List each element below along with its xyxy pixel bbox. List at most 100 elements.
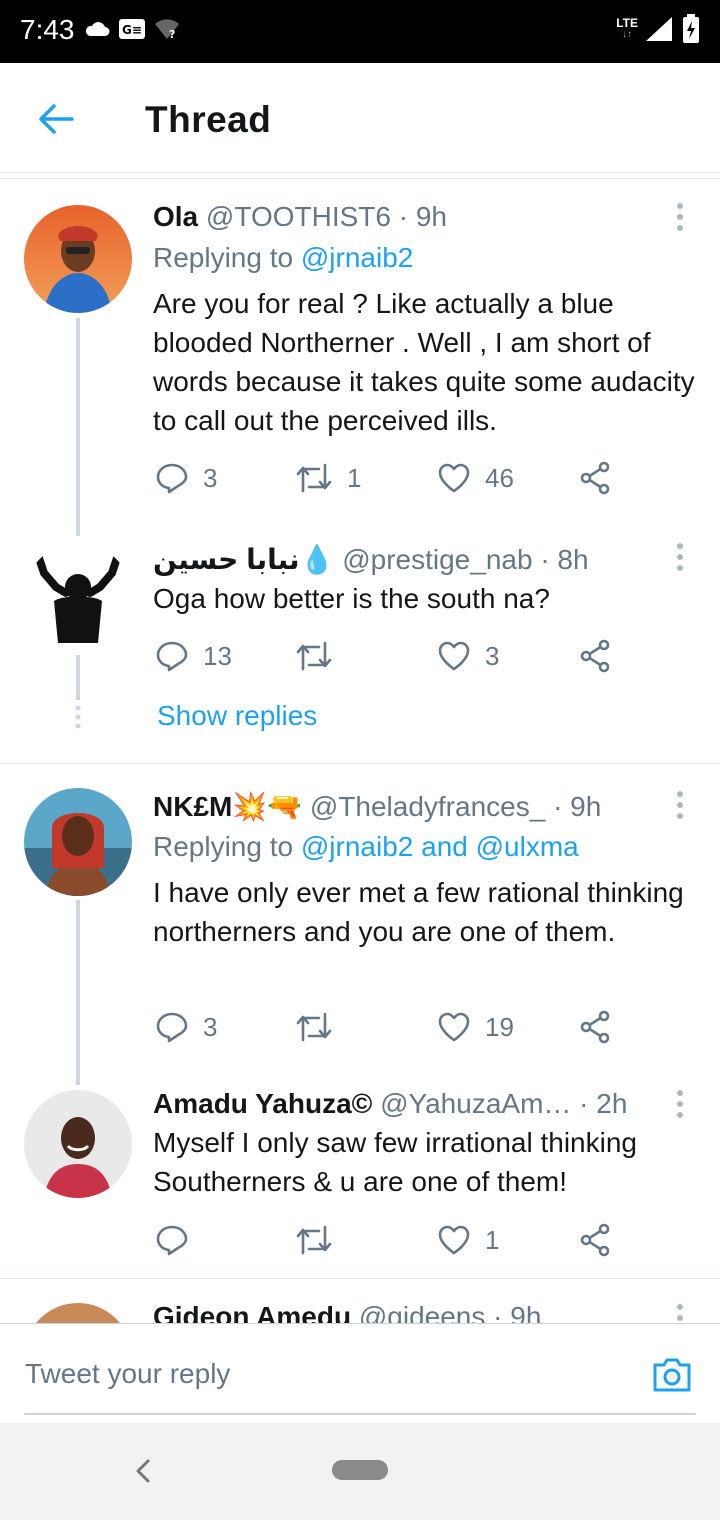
tweet-actions: 13 3 [153, 636, 623, 676]
avatar[interactable] [24, 205, 132, 313]
more-options-icon[interactable] [670, 1303, 690, 1323]
reply-button[interactable]: 13 [155, 636, 232, 676]
reply-icon [156, 1225, 188, 1256]
tweet-time: · 9h [553, 791, 602, 822]
divider [0, 763, 720, 764]
like-count: 1 [485, 1224, 500, 1255]
reply-button[interactable]: 3 [155, 458, 217, 498]
replying-to: Replying to @jrnaib2 [153, 242, 414, 273]
mention-link[interactable]: @jrnaib2 [301, 242, 413, 273]
wifi-question-icon: ? [155, 19, 179, 40]
share-icon[interactable] [579, 636, 611, 676]
like-count: 19 [485, 1011, 514, 1042]
retweet-button[interactable] [295, 1007, 347, 1047]
avatar[interactable] [24, 1090, 132, 1198]
like-button[interactable]: 46 [437, 458, 514, 498]
tweet-gideon-amedu[interactable]: Gideon Amedu @gideens · 9h [0, 1279, 720, 1323]
status-icons-right: LTE ↓↑ [616, 14, 702, 44]
tweet-header: NK£M💥🔫 @Theladyfrances_ · 9h [153, 790, 601, 823]
user-handle[interactable]: @gideens [359, 1301, 486, 1323]
news-icon: G≡ [119, 19, 145, 39]
tweet-actions: 3 19 [153, 1007, 623, 1047]
retweet-button[interactable] [295, 1220, 347, 1260]
reply-count: 3 [203, 462, 218, 493]
tweet-text: Are you for real ? Like actually a blue … [153, 288, 695, 436]
svg-text:?: ? [169, 28, 175, 40]
reply-count: 3 [203, 1011, 218, 1042]
share-icon[interactable] [579, 458, 611, 498]
reply-composer[interactable]: Tweet your reply [0, 1323, 720, 1423]
nav-home-pill[interactable] [332, 1460, 388, 1480]
reply-button[interactable]: 3 [155, 1007, 217, 1047]
share-icon[interactable] [579, 1220, 611, 1260]
tweet-actions: 1 [153, 1220, 623, 1260]
avatar[interactable] [24, 788, 132, 896]
heart-icon [438, 1225, 470, 1255]
thread-line [76, 318, 80, 536]
thread-line [76, 900, 80, 1085]
mention-link[interactable]: @jrnaib2 and @ulxma [301, 831, 579, 862]
retweet-button[interactable]: 1 [295, 458, 361, 498]
display-name[interactable]: Ola [153, 201, 198, 232]
retweet-icon [296, 463, 332, 493]
like-button[interactable]: 19 [437, 1007, 514, 1047]
more-options-icon[interactable] [670, 790, 690, 820]
tweet-header: Ola @TOOTHIST6 · 9h [153, 201, 447, 233]
more-options-icon[interactable] [670, 1089, 690, 1119]
reply-input[interactable]: Tweet your reply [25, 1358, 230, 1390]
more-options-icon[interactable] [670, 542, 690, 572]
header-divider [0, 178, 720, 179]
tweet-text: Oga how better is the south na? [153, 583, 550, 614]
back-arrow-icon[interactable] [36, 99, 76, 139]
retweet-icon [296, 1225, 332, 1255]
cloud-icon [85, 22, 110, 36]
like-button[interactable]: 1 [437, 1220, 499, 1260]
svg-text:G≡: G≡ [122, 23, 142, 37]
page-title: Thread [145, 99, 272, 140]
tweet-time: · 9h [493, 1301, 542, 1323]
lte-indicator: LTE ↓↑ [616, 16, 638, 40]
user-handle[interactable]: @TOOTHIST6 [206, 201, 391, 232]
tweet-actions: 3 1 46 [153, 458, 623, 498]
tweet-time: · 9h [398, 201, 447, 232]
battery-charging-icon [683, 14, 699, 43]
reply-icon [156, 463, 188, 494]
tweet-time: · 2h [579, 1088, 628, 1119]
avatar[interactable] [24, 1303, 132, 1323]
status-bar: 7:43 G≡ ? LTE ↓↑ [0, 0, 720, 63]
more-options-icon[interactable] [670, 202, 690, 232]
user-handle[interactable]: @Theladyfrances_ [310, 791, 545, 822]
like-count: 46 [485, 462, 514, 493]
retweet-count: 1 [347, 462, 362, 493]
display-name[interactable]: Gideon Amedu [153, 1301, 351, 1323]
avatar[interactable] [24, 543, 132, 651]
heart-icon [438, 641, 470, 671]
status-icons-left: G≡ ? [84, 18, 180, 40]
camera-icon[interactable] [651, 1356, 693, 1394]
share-icon[interactable] [579, 1007, 611, 1047]
display-name[interactable]: Amadu Yahuza© [153, 1088, 372, 1119]
tweet-header: Gideon Amedu @gideens · 9h [153, 1301, 541, 1323]
reply-icon [156, 1012, 188, 1043]
reply-button[interactable] [155, 1220, 203, 1260]
display-name[interactable]: NK£M💥🔫 [153, 791, 302, 822]
show-replies-link[interactable]: Show replies [157, 700, 317, 732]
retweet-icon [296, 1012, 332, 1042]
replying-to: Replying to @jrnaib2 and @ulxma [153, 831, 579, 862]
tweet-time: · 8h [540, 544, 589, 575]
user-handle[interactable]: @prestige_nab [342, 544, 532, 575]
display-name[interactable]: نبابا حسين💧 [153, 544, 334, 575]
user-handle[interactable]: @YahuzaAm… [380, 1088, 571, 1119]
input-underline [24, 1413, 696, 1415]
tweet-header: نبابا حسين💧 @prestige_nab · 8h [153, 543, 589, 576]
reply-icon [156, 641, 188, 672]
like-button[interactable]: 3 [437, 636, 499, 676]
heart-icon [438, 1012, 470, 1042]
nav-back-icon[interactable] [133, 1456, 153, 1486]
tweet-text: I have only ever met a few rational thin… [153, 877, 684, 947]
heart-icon [438, 463, 470, 493]
like-count: 3 [485, 640, 500, 671]
thread-dots-icon [75, 705, 81, 729]
top-app-bar: Thread [0, 63, 720, 173]
retweet-button[interactable] [295, 636, 347, 676]
